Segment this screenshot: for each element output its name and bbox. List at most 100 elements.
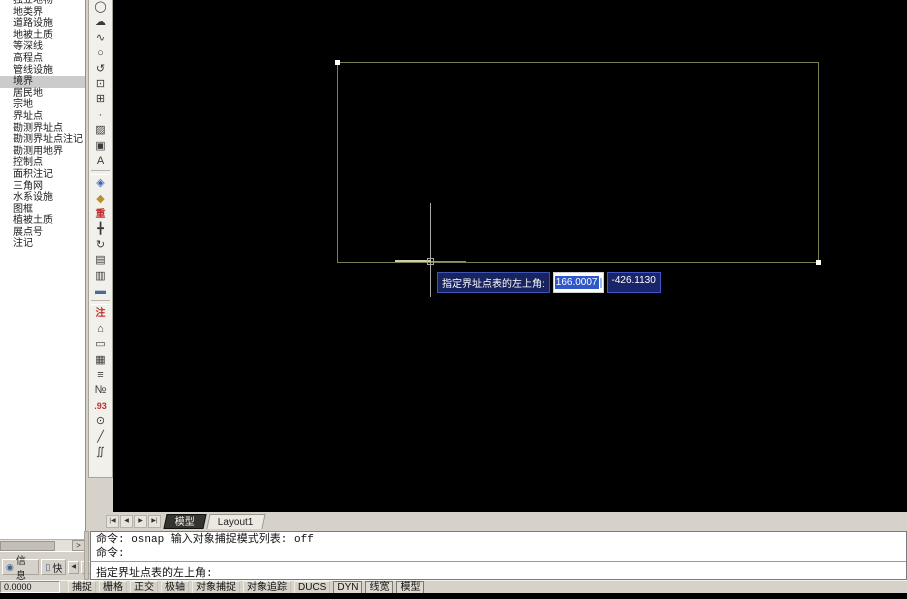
status-bar: 0.0000 捕捉 栅格 正交 极轴 对象捕捉 对象追踪 DUCS DYN 线宽… bbox=[0, 580, 907, 594]
footer-strip bbox=[0, 593, 907, 599]
feature-list: 独立地物 地类界 道路设施 地被土质 等深线 高程点 管线设施 境界 居民地 宗… bbox=[0, 0, 85, 250]
feature-item[interactable]: 界址点 bbox=[0, 111, 85, 123]
move-icon[interactable]: ╋ bbox=[90, 222, 111, 237]
diamond-yellow-icon[interactable]: ◆ bbox=[90, 192, 111, 207]
table-icon[interactable]: ▦ bbox=[90, 353, 111, 368]
drawing-canvas[interactable]: 指定界址点表的左上角: 166.0007 -426.1130 bbox=[113, 0, 907, 512]
toggle-dyn[interactable]: DYN bbox=[333, 580, 363, 594]
squiggle-icon[interactable]: ∬ bbox=[90, 445, 111, 460]
toggle-model[interactable]: 模型 bbox=[396, 580, 425, 594]
panel-horizontal-scrollbar[interactable]: > bbox=[0, 539, 85, 551]
tab-last-icon[interactable]: ▶| bbox=[148, 514, 161, 528]
tab-model[interactable]: 模型 bbox=[163, 513, 207, 529]
command-input[interactable]: 指定界址点表的左上角: bbox=[91, 562, 906, 582]
boundary-rectangle[interactable] bbox=[337, 62, 819, 263]
insert-block-icon[interactable]: ⊡ bbox=[90, 77, 111, 92]
tab-scroll-left-icon[interactable]: ◀ bbox=[68, 560, 80, 574]
feature-item[interactable]: 道路设施 bbox=[0, 18, 85, 30]
feature-item[interactable]: 高程点 bbox=[0, 53, 85, 65]
feature-item[interactable]: 居民地 bbox=[0, 88, 85, 100]
char-zhong-icon[interactable]: 重 bbox=[90, 207, 111, 222]
mtext-icon[interactable]: A bbox=[90, 154, 111, 169]
number-icon[interactable]: № bbox=[90, 383, 111, 398]
feature-item[interactable]: 独立地物 bbox=[0, 0, 85, 7]
toggle-ortho[interactable]: 正交 bbox=[130, 580, 158, 594]
tab-info[interactable]: ◉ 信息 bbox=[2, 556, 40, 582]
feature-item[interactable]: 植被土质 bbox=[0, 215, 85, 227]
feature-item[interactable]: 地被土质 bbox=[0, 30, 85, 42]
x-value: 166.0007 bbox=[554, 276, 599, 289]
tab-quick[interactable]: ▯ 快 bbox=[41, 559, 67, 575]
tab-model-label: 模型 bbox=[174, 516, 195, 528]
point-icon[interactable]: · bbox=[90, 108, 111, 123]
revcloud-icon[interactable]: ☁ bbox=[90, 15, 111, 30]
dynamic-input-x-field[interactable]: 166.0007 bbox=[552, 272, 604, 293]
make-block-icon[interactable]: ⊞ bbox=[90, 92, 111, 107]
hatch-icon[interactable]: ▨ bbox=[90, 123, 111, 138]
toggle-polar[interactable]: 极轴 bbox=[161, 580, 189, 594]
ellipse-arc-icon[interactable]: ↺ bbox=[90, 62, 111, 77]
tab-layout1[interactable]: Layout1 bbox=[206, 513, 266, 529]
tab-layout1-label: Layout1 bbox=[217, 516, 254, 528]
toggle-otrack[interactable]: 对象追踪 bbox=[243, 580, 291, 594]
array-icon[interactable]: ▤ bbox=[90, 253, 111, 268]
feature-item[interactable]: 地类界 bbox=[0, 7, 85, 19]
feature-item[interactable]: 等深线 bbox=[0, 41, 85, 53]
circle-icon[interactable]: ◯ bbox=[90, 0, 111, 15]
dynamic-input-tooltip: 指定界址点表的左上角: 166.0007 -426.1130 bbox=[437, 272, 661, 293]
linetype-bar-icon[interactable]: ▬ bbox=[90, 284, 111, 299]
feature-item[interactable]: 宗地 bbox=[0, 99, 85, 111]
feature-item[interactable]: 勘测界址点注记 bbox=[0, 134, 85, 146]
char-zhu-icon[interactable]: 注 bbox=[90, 306, 111, 321]
info-icon: ◉ bbox=[6, 561, 14, 572]
feature-item[interactable]: 展点号 bbox=[0, 227, 85, 239]
toggle-lineweight[interactable]: 线宽 bbox=[365, 580, 394, 594]
polygon-icon[interactable]: ⌂ bbox=[90, 322, 111, 337]
image-icon[interactable]: ▣ bbox=[90, 139, 111, 154]
crosshair-vertical bbox=[430, 203, 431, 297]
feature-item[interactable]: 水系设施 bbox=[0, 192, 85, 204]
diamond-blue-icon[interactable]: ◈ bbox=[90, 176, 111, 191]
feature-item[interactable]: 面积注记 bbox=[0, 169, 85, 181]
coordinate-display: 0.0000 bbox=[0, 581, 60, 593]
feature-list-panel: 独立地物 地类界 道路设施 地被土质 等深线 高程点 管线设施 境界 居民地 宗… bbox=[0, 0, 86, 552]
toggle-osnap[interactable]: 对象捕捉 bbox=[192, 580, 240, 594]
feature-item-selected[interactable]: 境界 bbox=[0, 76, 85, 88]
feature-item[interactable]: 管线设施 bbox=[0, 65, 85, 77]
feature-item[interactable]: 勘测界址点 bbox=[0, 123, 85, 135]
tab-first-icon[interactable]: |◀ bbox=[106, 514, 119, 528]
pickbox bbox=[427, 258, 434, 265]
rectangle-icon[interactable]: ▭ bbox=[90, 337, 111, 352]
cells-icon[interactable]: ▥ bbox=[90, 269, 111, 284]
feature-item[interactable]: 三角网 bbox=[0, 181, 85, 193]
list-icon[interactable]: ≡ bbox=[90, 368, 111, 383]
grip-top-left[interactable] bbox=[335, 60, 340, 65]
command-history-line: 命令: bbox=[96, 548, 125, 560]
tab-prev-icon[interactable]: ◀ bbox=[120, 514, 133, 528]
spline-icon[interactable]: ∿ bbox=[90, 31, 111, 46]
feature-item[interactable]: 图框 bbox=[0, 204, 85, 216]
toggle-grid[interactable]: 栅格 bbox=[99, 580, 127, 594]
rotate-icon[interactable]: ↻ bbox=[90, 238, 111, 253]
command-history: 命令: osnap 输入对象捕捉模式列表: off 命令: bbox=[91, 532, 906, 562]
ellipse-icon[interactable]: ○ bbox=[90, 46, 111, 61]
command-history-line: 命令: osnap 输入对象捕捉模式列表: off bbox=[96, 534, 314, 546]
feature-item[interactable]: 勘测用地界 bbox=[0, 146, 85, 158]
toggle-ducs[interactable]: DUCS bbox=[294, 580, 331, 594]
dynamic-input-prompt: 指定界址点表的左上角: bbox=[437, 272, 550, 293]
toggle-snap[interactable]: 捕捉 bbox=[68, 580, 96, 594]
point-label-icon[interactable]: .93 bbox=[90, 399, 111, 414]
scrollbar-thumb[interactable] bbox=[0, 541, 55, 551]
line-icon[interactable]: ╱ bbox=[90, 430, 111, 445]
text-caret bbox=[599, 277, 602, 288]
tab-next-icon[interactable]: ▶ bbox=[134, 514, 147, 528]
feature-item[interactable]: 控制点 bbox=[0, 157, 85, 169]
tab-quick-label: 快 bbox=[52, 563, 63, 575]
grip-bottom-right[interactable] bbox=[816, 260, 821, 265]
donut-icon[interactable]: ⊙ bbox=[90, 414, 111, 429]
command-window[interactable]: 命令: osnap 输入对象捕捉模式列表: off 命令: 指定界址点表的左上角… bbox=[90, 531, 907, 580]
toolbar-separator bbox=[91, 170, 110, 176]
dynamic-input-y-field[interactable]: -426.1130 bbox=[606, 272, 661, 293]
command-window-grip[interactable] bbox=[84, 531, 89, 580]
feature-item[interactable]: 注记 bbox=[0, 238, 85, 250]
